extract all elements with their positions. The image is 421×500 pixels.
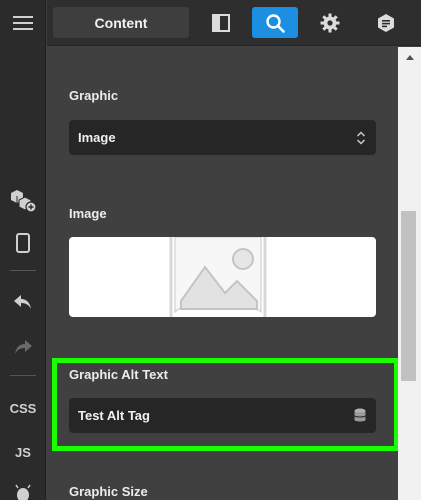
graphic-label: Graphic	[69, 88, 119, 103]
tab-content[interactable]: Content	[53, 7, 189, 38]
rail-divider	[10, 375, 36, 376]
graphic-alt-text-input[interactable]: Test Alt Tag	[69, 398, 376, 433]
graphic-select-value: Image	[78, 130, 116, 145]
graphic-size-label: Graphic Size	[69, 484, 148, 499]
image-placeholder-icon	[169, 237, 267, 317]
bug-icon[interactable]	[0, 484, 46, 500]
tab-content-label: Content	[94, 14, 148, 31]
chevron-up-down-icon	[356, 120, 366, 155]
image-label: Image	[69, 206, 107, 221]
undo-icon[interactable]	[0, 288, 46, 316]
redo-icon[interactable]	[0, 333, 46, 361]
js-button[interactable]: JS	[0, 440, 46, 464]
database-icon[interactable]	[354, 398, 366, 433]
mobile-device-icon[interactable]	[0, 229, 46, 257]
scrollbar-thumb[interactable]	[401, 211, 416, 381]
hamburger-menu-icon[interactable]	[0, 8, 46, 38]
css-label: CSS	[9, 400, 37, 416]
graphic-alt-text-label: Graphic Alt Text	[69, 367, 168, 382]
rail-divider	[10, 270, 36, 271]
scroll-up-arrow-icon[interactable]	[398, 49, 421, 66]
css-button[interactable]: CSS	[0, 396, 46, 420]
image-picker[interactable]	[69, 237, 376, 317]
cubes-add-icon[interactable]	[0, 185, 46, 215]
panel-scrollbar[interactable]	[398, 47, 421, 500]
graphic-select[interactable]: Image	[69, 120, 376, 155]
top-toolbar: Content	[47, 0, 421, 46]
search-icon[interactable]	[252, 7, 298, 38]
js-label: JS	[15, 444, 31, 460]
content-panel: Graphic Image Image Graphic Alt Text Tes…	[47, 47, 399, 500]
left-rail: CSS JS	[0, 0, 46, 500]
gear-icon[interactable]	[307, 7, 353, 38]
panel-layout-icon[interactable]	[198, 7, 244, 38]
graphic-alt-text-value: Test Alt Tag	[78, 408, 150, 423]
hexagon-doc-icon[interactable]	[363, 7, 409, 38]
